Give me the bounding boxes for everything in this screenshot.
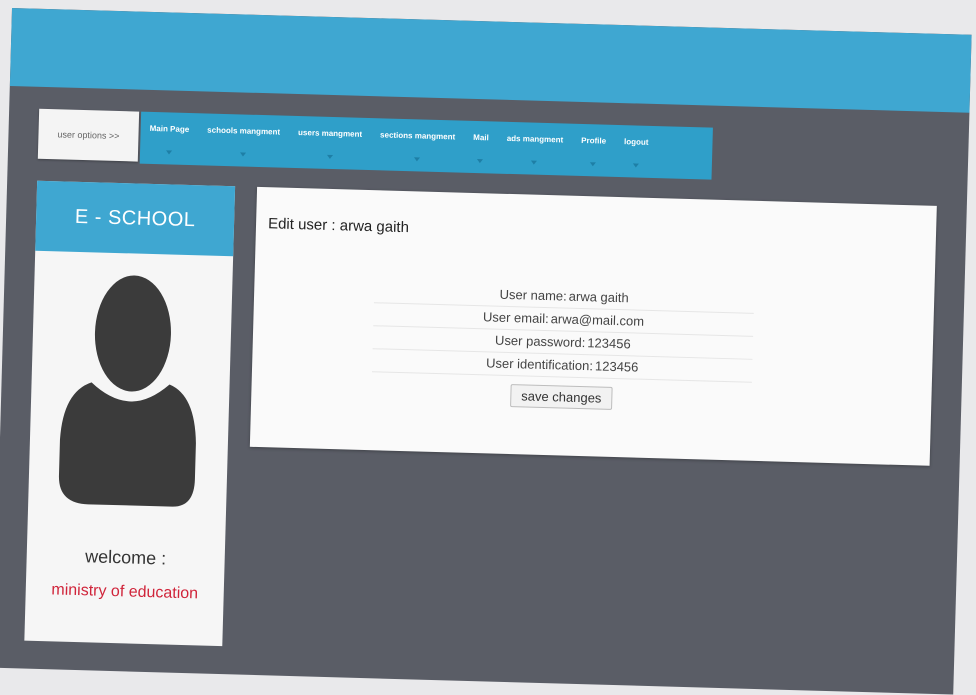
nav-item-schools[interactable]: schools mangment [197, 125, 289, 164]
logged-in-user: ministry of education [51, 581, 199, 603]
field-label: User email: [482, 309, 549, 327]
user-avatar-icon [58, 275, 196, 507]
save-changes-button[interactable]: save changes [509, 384, 613, 410]
field-value: arwa gaith [568, 288, 629, 306]
field-label: User password: [494, 332, 586, 351]
field-label: User identification: [485, 355, 594, 374]
field-value: 123456 [587, 335, 631, 352]
edit-user-form: User name: arwa gaith User email: arwa@m… [371, 280, 755, 414]
field-value: arwa@mail.com [550, 311, 645, 329]
site-title: E - SCHOOL [35, 180, 236, 257]
field-value: 123456 [594, 358, 639, 375]
edit-user-panel: Edit user : arwa gaith User name: arwa g… [249, 186, 937, 466]
user-options-button[interactable]: user options >> [37, 108, 140, 162]
browser-screen: user options >> Main Page schools mangme… [0, 8, 972, 695]
main-nav: Main Page schools mangment users mangmen… [139, 111, 713, 180]
edit-user-title: Edit user : arwa gaith [267, 215, 410, 237]
nav-item-profile[interactable]: Profile [571, 136, 615, 173]
nav-item-mail[interactable]: Mail [463, 133, 498, 170]
nav-item-ads[interactable]: ads mangment [497, 134, 572, 172]
welcome-label: welcome : [84, 546, 167, 569]
top-banner [9, 8, 972, 113]
profile-sidebar: E - SCHOOL welcome : ministry of educati… [24, 180, 236, 647]
nav-item-sections[interactable]: sections mangment [370, 130, 464, 169]
nav-item-logout[interactable]: logout [614, 137, 657, 174]
nav-item-users[interactable]: users mangment [288, 128, 371, 166]
nav-item-main-page[interactable]: Main Page [140, 124, 199, 162]
field-label: User name: [499, 286, 567, 304]
